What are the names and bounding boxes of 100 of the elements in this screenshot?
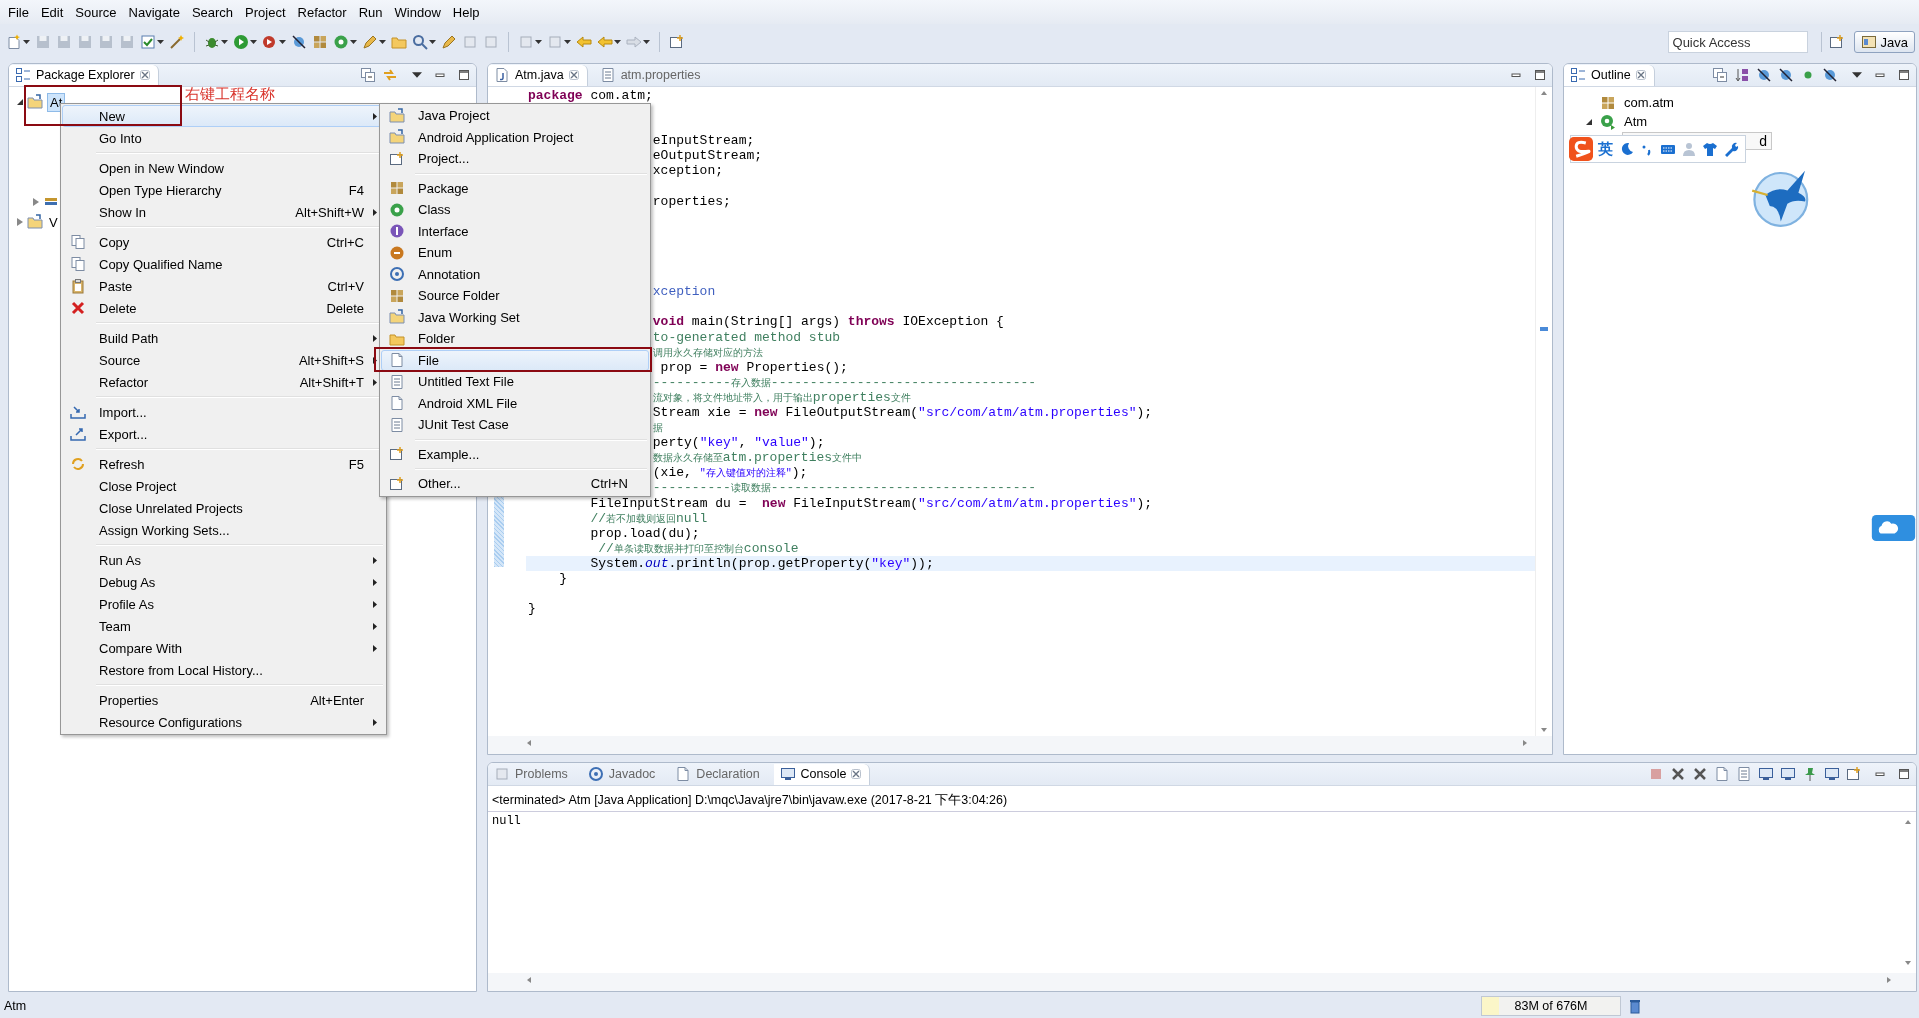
menu-item[interactable]: Example... (381, 443, 649, 465)
filter-icon[interactable] (1822, 67, 1838, 83)
monitor-icon[interactable] (1758, 766, 1774, 782)
shirt-icon[interactable] (1702, 141, 1718, 157)
pencil-icon[interactable] (441, 34, 457, 50)
menu-item[interactable]: Android XML File (381, 392, 649, 414)
menu-item[interactable]: JUnit Test Case (381, 414, 649, 436)
view-tab[interactable]: Atm.java (488, 64, 588, 86)
menu-item[interactable]: Source Folder (381, 285, 649, 307)
search-icon[interactable] (412, 34, 428, 50)
collapse-icon[interactable] (360, 67, 376, 83)
quick-access-field[interactable]: Quick Access (1667, 31, 1808, 53)
wrench-icon[interactable] (1723, 141, 1739, 157)
menu-item[interactable]: Search (185, 4, 240, 20)
filter-icon[interactable] (291, 34, 307, 50)
sort-icon[interactable] (1734, 67, 1750, 83)
view-tab[interactable]: Package Explorer (9, 64, 159, 86)
pencil-icon[interactable] (362, 34, 378, 50)
filter-icon[interactable] (1778, 67, 1794, 83)
perspective-button[interactable]: Java (1853, 31, 1915, 53)
menu-item[interactable]: File (2, 4, 35, 20)
menu-item[interactable]: Compare With (62, 637, 385, 659)
menu-item[interactable]: Window (388, 4, 447, 20)
caret-icon[interactable] (412, 72, 422, 78)
menu-item[interactable]: Debug As (62, 571, 385, 593)
filter-icon[interactable] (1756, 67, 1772, 83)
menu-item[interactable]: Folder (381, 328, 649, 350)
collapse-icon[interactable] (1712, 67, 1728, 83)
caret-icon[interactable] (535, 40, 542, 44)
caret-icon[interactable] (350, 40, 357, 44)
cross-icon[interactable] (1670, 766, 1686, 782)
wand-icon[interactable] (169, 34, 185, 50)
collapsed-arrow-icon[interactable] (33, 198, 39, 206)
cross-icon[interactable] (1692, 766, 1708, 782)
menu-item[interactable]: Refactor (291, 4, 353, 20)
monitor-icon[interactable] (1780, 766, 1796, 782)
window-icon[interactable] (669, 34, 685, 50)
menu-item[interactable]: Class (381, 199, 649, 221)
close-icon[interactable] (568, 70, 579, 80)
maximize-icon[interactable] (1534, 69, 1546, 81)
menu-item[interactable]: Close Unrelated Projects (62, 497, 385, 519)
maximize-icon[interactable] (1898, 768, 1910, 780)
menu-item[interactable]: Profile As (62, 593, 385, 615)
menu-item[interactable]: Run (352, 4, 389, 20)
play-icon[interactable] (262, 34, 278, 50)
logo-icon[interactable] (1569, 137, 1593, 161)
trash-icon[interactable] (1627, 998, 1643, 1014)
caret-icon[interactable] (379, 40, 386, 44)
menu-item[interactable]: Team (62, 615, 385, 637)
menu-item[interactable]: Untitled Text File (381, 371, 649, 393)
view-tab[interactable]: Javadoc (581, 763, 664, 785)
caret-icon[interactable] (250, 40, 257, 44)
caret-icon[interactable] (23, 40, 30, 44)
menu-item[interactable]: Package (381, 177, 649, 199)
view-tab[interactable]: Console (773, 763, 871, 785)
menu-item[interactable]: Source (69, 4, 123, 20)
window-icon[interactable] (1828, 34, 1845, 50)
menu-item[interactable]: Other... Ctrl+N (381, 473, 649, 495)
maximize-icon[interactable] (1898, 69, 1910, 81)
maximize-icon[interactable] (458, 69, 470, 81)
menu-item[interactable]: Android Application Project (381, 126, 649, 148)
caret-icon[interactable] (1852, 72, 1862, 78)
menu-item[interactable]: Run As (62, 549, 385, 571)
menu-item[interactable]: File (381, 349, 649, 371)
close-icon[interactable] (1635, 70, 1646, 80)
caret-icon[interactable] (279, 40, 286, 44)
caret-icon[interactable] (564, 40, 571, 44)
menu-item[interactable]: Help (446, 4, 486, 20)
expanded-arrow-icon[interactable] (1586, 118, 1592, 125)
caret-icon[interactable] (221, 40, 228, 44)
page-icon[interactable] (1714, 766, 1730, 782)
view-tab[interactable]: Outline (1564, 64, 1655, 86)
window-icon[interactable] (1846, 766, 1862, 782)
menu-item[interactable]: Resource Configurations (62, 711, 385, 733)
checkbox-icon[interactable] (140, 34, 156, 50)
menu-item[interactable]: Properties Alt+Enter (62, 689, 385, 711)
outline-item[interactable]: Atm (1624, 114, 1648, 129)
view-tab[interactable]: atm.properties (593, 64, 709, 86)
caret-icon[interactable] (614, 40, 621, 44)
menu-item[interactable]: Edit (34, 4, 70, 20)
view-tab[interactable]: Problems (488, 763, 576, 785)
menu-item[interactable]: Enum (381, 242, 649, 264)
menu-item[interactable]: Project (239, 4, 292, 20)
close-icon[interactable] (851, 769, 862, 779)
menu-item[interactable]: Assign Working Sets... (62, 519, 385, 541)
menu-item[interactable]: Navigate (122, 4, 186, 20)
close-icon[interactable] (139, 70, 150, 80)
monitor-icon[interactable] (1824, 766, 1840, 782)
menu-item[interactable]: Restore from Local History... (62, 659, 385, 681)
play-icon[interactable] (233, 34, 249, 50)
grid-icon[interactable] (312, 34, 328, 50)
caret-icon[interactable] (643, 40, 650, 44)
view-tab[interactable]: Declaration (669, 763, 768, 785)
input-mode-toggle[interactable]: 英 (1598, 139, 1613, 159)
menu-item[interactable]: Interface (381, 220, 649, 242)
caret-icon[interactable] (429, 40, 436, 44)
menu-item[interactable]: Java Working Set (381, 306, 649, 328)
page-icon[interactable] (1736, 766, 1752, 782)
tree-item[interactable]: V (47, 213, 60, 231)
caret-icon[interactable] (157, 40, 164, 44)
